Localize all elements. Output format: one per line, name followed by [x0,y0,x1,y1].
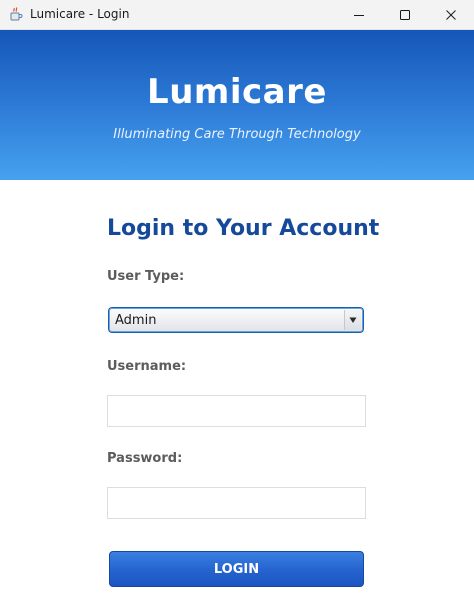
dropdown-arrow-icon[interactable] [344,310,361,330]
minimize-icon [354,14,364,16]
password-input[interactable] [107,487,366,519]
password-label: Password: [107,451,183,466]
java-coffee-icon [8,6,24,22]
user-type-label: User Type: [107,269,185,284]
close-button[interactable] [428,0,474,29]
username-input[interactable] [107,395,366,427]
brand-title: Lumicare [147,72,327,112]
user-type-selected-value: Admin [115,313,157,328]
username-label: Username: [107,359,187,374]
user-type-select[interactable]: Admin [108,307,364,333]
maximize-button[interactable] [382,0,428,29]
title-bar[interactable]: Lumicare - Login [0,0,474,30]
login-button[interactable]: LOGIN [109,551,364,587]
login-window: Lumicare - Login Lumicare Illuminating C… [0,0,474,609]
window-title: Lumicare - Login [30,7,130,21]
brand-tagline: Illuminating Care Through Technology [113,127,361,142]
minimize-button[interactable] [336,0,382,29]
maximize-icon [400,9,410,20]
form-title: Login to Your Account [107,216,380,241]
header-banner: Lumicare Illuminating Care Through Techn… [0,30,474,180]
close-icon [446,9,456,20]
